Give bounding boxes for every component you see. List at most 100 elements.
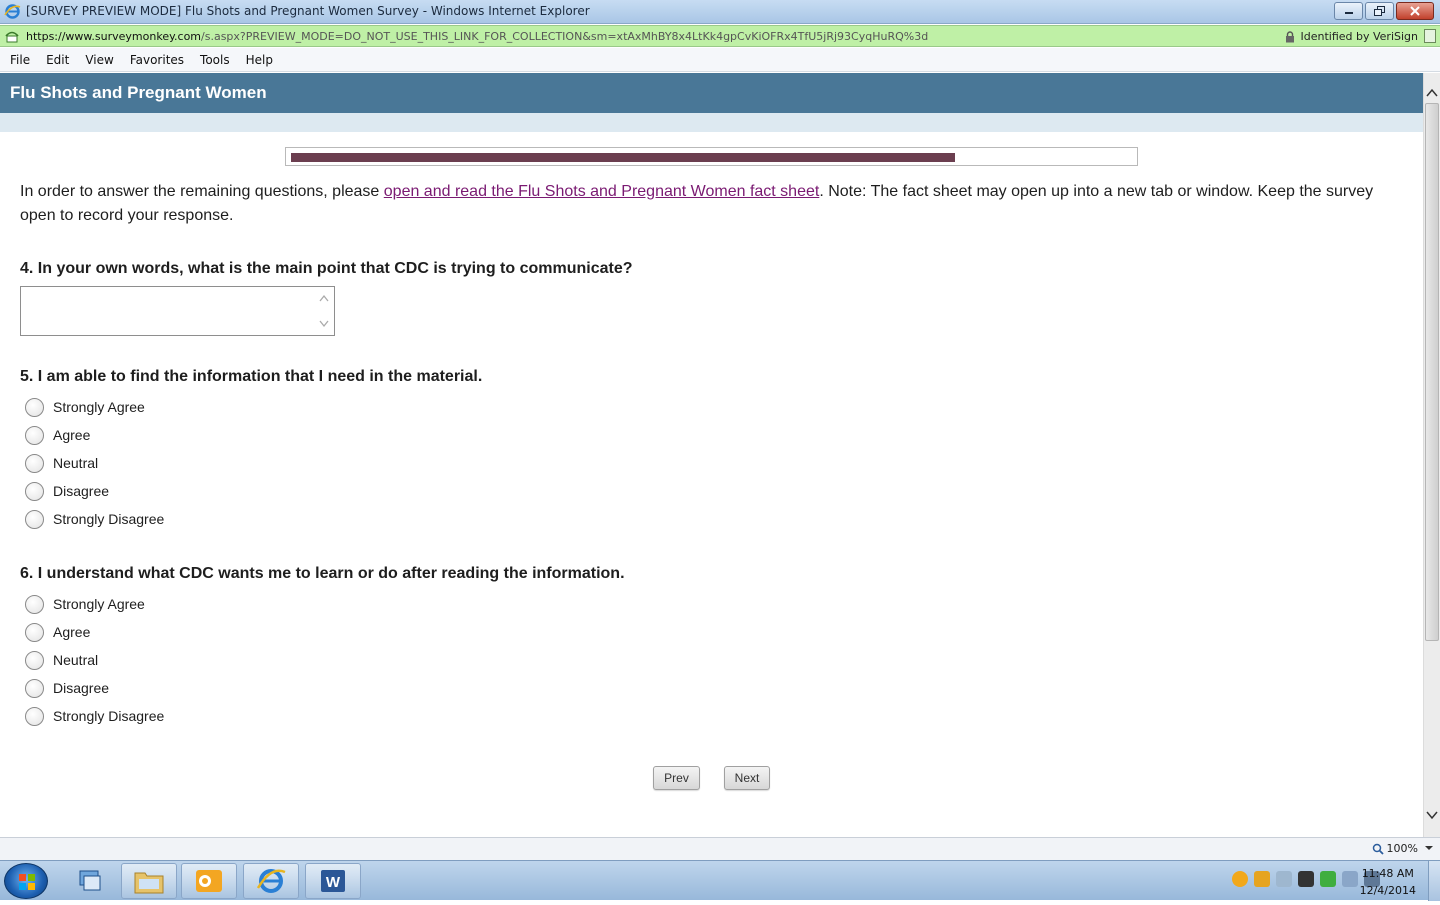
q5-option[interactable]: Disagree (25, 477, 164, 505)
option-label: Agree (53, 427, 91, 443)
network-share-icon[interactable] (1276, 871, 1292, 887)
menu-help[interactable]: Help (246, 53, 273, 67)
minimize-button[interactable] (1334, 2, 1363, 20)
progress-fill (291, 153, 955, 162)
intro-text: In order to answer the remaining questio… (20, 180, 1410, 228)
zoom-dropdown-icon[interactable] (1424, 844, 1434, 852)
window-controls (1332, 2, 1434, 20)
close-icon (1410, 6, 1420, 16)
security-check-icon[interactable] (1320, 871, 1336, 887)
q5-option[interactable]: Strongly Agree (25, 393, 164, 421)
close-button[interactable] (1396, 2, 1434, 20)
taskbar-internet-explorer[interactable] (243, 863, 299, 899)
outlook-tray-icon[interactable] (1254, 871, 1270, 887)
taskbar-explorer[interactable] (121, 863, 177, 899)
menu-view[interactable]: View (85, 53, 113, 67)
radio-button[interactable] (25, 453, 44, 473)
intro-before: In order to answer the remaining questio… (20, 183, 384, 200)
scroll-up-arrow-icon[interactable] (1426, 87, 1438, 99)
start-button[interactable] (4, 863, 48, 899)
status-bar: 100% (0, 837, 1440, 860)
option-label: Neutral (53, 652, 99, 668)
restore-icon (1373, 6, 1385, 16)
question-5-options: Strongly Agree Agree Neutral Disagree St… (25, 393, 164, 533)
taskbar-switch-windows[interactable] (62, 863, 118, 899)
address-url[interactable]: https://www.surveymonkey.com/s.aspx?PREV… (26, 30, 928, 43)
option-label: Strongly Agree (53, 399, 145, 415)
svg-text:W: W (326, 874, 341, 891)
fact-sheet-link[interactable]: open and read the Flu Shots and Pregnant… (384, 183, 820, 200)
prev-button[interactable]: Prev (653, 766, 700, 790)
internet-explorer-icon (4, 4, 21, 19)
q6-option[interactable]: Strongly Agree (25, 590, 164, 618)
media-icon[interactable] (1298, 871, 1314, 887)
radio-button[interactable] (25, 706, 44, 726)
next-button[interactable]: Next (724, 766, 770, 790)
compatibility-view-icon[interactable] (1424, 29, 1436, 43)
page-scrollbar[interactable] (1423, 73, 1440, 837)
question-6-title: 6. I understand what CDC wants me to lea… (20, 565, 625, 582)
zoom-control[interactable]: 100% (1372, 842, 1418, 855)
q6-option[interactable]: Neutral (25, 646, 164, 674)
radio-button[interactable] (25, 481, 44, 501)
zoom-level: 100% (1386, 842, 1418, 855)
clock-date: 12/4/2014 (1359, 884, 1416, 897)
scroll-down-icon[interactable] (319, 320, 329, 328)
taskbar-outlook[interactable] (181, 863, 237, 899)
network-icon[interactable] (1342, 871, 1358, 887)
q6-option[interactable]: Disagree (25, 674, 164, 702)
outlook-icon (196, 870, 222, 892)
taskbar-clock[interactable]: 11:48 AM 12/4/2014 (1360, 865, 1416, 899)
address-bar[interactable]: https://www.surveymonkey.com/s.aspx?PREV… (0, 25, 1440, 47)
internet-explorer-icon (256, 869, 286, 893)
option-label: Strongly Agree (53, 596, 145, 612)
radio-button[interactable] (25, 622, 44, 642)
url-path: /s.aspx?PREVIEW_MODE=DO_NOT_USE_THIS_LIN… (201, 30, 929, 43)
option-label: Strongly Disagree (53, 511, 165, 527)
folder-icon (134, 872, 164, 894)
question-4-textarea[interactable] (20, 286, 335, 336)
identity-label: Identified by VeriSign (1300, 30, 1418, 43)
taskbar-word[interactable]: W (305, 863, 361, 899)
q5-option[interactable]: Agree (25, 421, 164, 449)
word-icon: W (321, 870, 345, 892)
radio-button[interactable] (25, 650, 44, 670)
show-desktop-button[interactable] (1428, 861, 1440, 901)
radio-button[interactable] (25, 678, 44, 698)
security-identity[interactable]: Identified by VeriSign (1285, 30, 1418, 43)
menu-file[interactable]: File (10, 53, 30, 67)
system-tray (1232, 871, 1380, 887)
option-label: Strongly Disagree (53, 708, 165, 724)
windows-logo-icon (19, 874, 35, 890)
question-5-title: 5. I am able to find the information tha… (20, 368, 483, 385)
scrollbar-thumb[interactable] (1425, 103, 1439, 641)
update-icon[interactable] (1232, 871, 1248, 887)
menu-favorites[interactable]: Favorites (130, 53, 184, 67)
restore-button[interactable] (1365, 2, 1394, 20)
q5-option[interactable]: Strongly Disagree (25, 505, 164, 533)
url-domain: https://www.surveymonkey.com (26, 30, 202, 43)
header-strip (0, 113, 1423, 132)
scroll-down-arrow-icon[interactable] (1426, 809, 1438, 821)
progress-bar (285, 147, 1138, 166)
page-title: Flu Shots and Pregnant Women (10, 83, 267, 102)
window-title: [SURVEY PREVIEW MODE] Flu Shots and Preg… (26, 4, 590, 18)
radio-button[interactable] (25, 509, 44, 529)
switch-windows-icon (79, 870, 101, 891)
textarea-scrollbar[interactable] (316, 289, 332, 333)
option-label: Disagree (53, 483, 110, 499)
radio-button[interactable] (25, 397, 44, 417)
q6-option[interactable]: Agree (25, 618, 164, 646)
radio-button[interactable] (25, 594, 44, 614)
menu-edit[interactable]: Edit (46, 53, 69, 67)
q5-option[interactable]: Neutral (25, 449, 164, 477)
taskbar: W 11:48 AM 12/4/2014 (0, 860, 1440, 901)
radio-button[interactable] (25, 425, 44, 445)
scroll-up-icon[interactable] (319, 294, 329, 302)
magnifier-icon (1372, 843, 1384, 855)
survey-header: Flu Shots and Pregnant Women (0, 73, 1423, 113)
menu-tools[interactable]: Tools (200, 53, 230, 67)
q6-option[interactable]: Strongly Disagree (25, 702, 164, 730)
option-label: Agree (53, 624, 91, 640)
minimize-icon (1344, 12, 1353, 14)
